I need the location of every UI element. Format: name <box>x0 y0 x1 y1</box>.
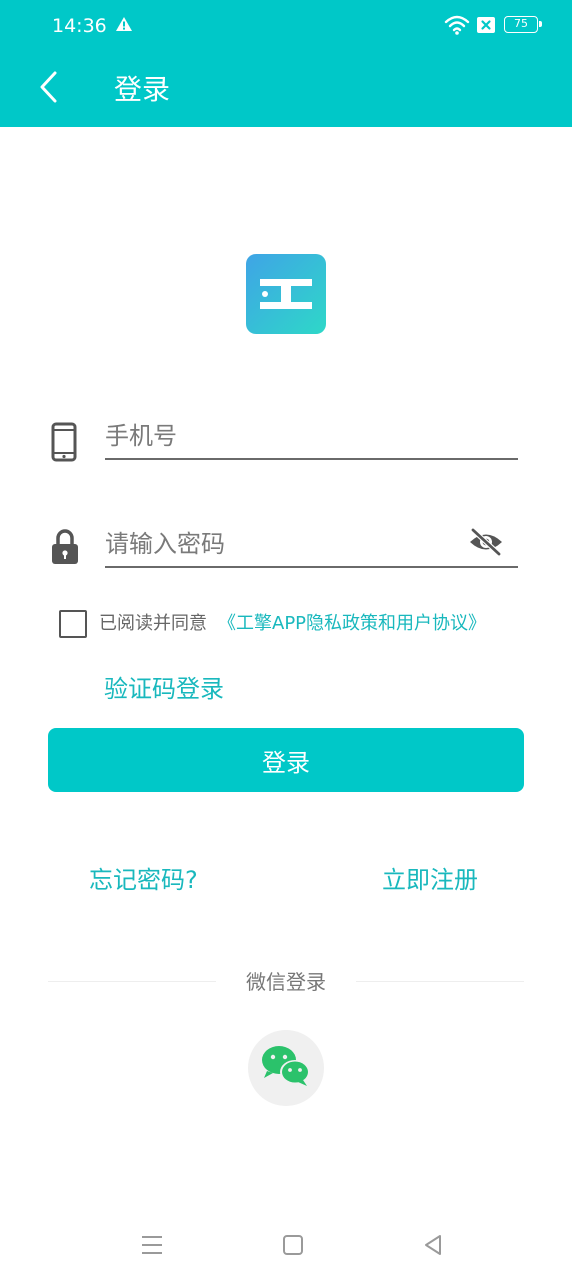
status-bar: 14:36 75 <box>0 0 572 52</box>
app-logo-icon <box>246 254 326 334</box>
forgot-password-link[interactable]: 忘记密码? <box>89 862 198 898</box>
back-icon[interactable] <box>422 1234 444 1260</box>
login-button[interactable]: 登录 <box>48 728 524 792</box>
agreement-text: 已阅读并同意 <box>99 613 207 634</box>
eye-hidden-icon <box>468 527 504 561</box>
back-arrow-icon <box>37 70 59 108</box>
warning-icon <box>115 16 133 36</box>
password-input[interactable] <box>105 528 518 568</box>
privacy-policy-link[interactable]: 《工擎APP隐私政策和用户协议》 <box>218 611 486 637</box>
menu-icon[interactable] <box>140 1234 164 1260</box>
phone-icon <box>51 422 77 466</box>
phone-input[interactable] <box>105 420 518 460</box>
lock-icon <box>50 528 80 570</box>
wechat-login-button[interactable] <box>248 1030 324 1106</box>
sms-login-link[interactable]: 验证码登录 <box>104 672 224 706</box>
password-visibility-toggle[interactable] <box>466 526 506 562</box>
page-title: 登录 <box>114 73 171 106</box>
sim-disabled-icon <box>476 16 496 38</box>
home-icon[interactable] <box>282 1234 304 1260</box>
divider-right <box>356 981 524 982</box>
battery-icon: 75 <box>504 16 542 33</box>
status-time: 14:36 <box>52 15 107 37</box>
system-navigation-bar <box>0 1216 572 1280</box>
divider-left <box>48 981 216 982</box>
agreement-checkbox[interactable] <box>59 610 87 638</box>
wechat-icon <box>259 1044 313 1092</box>
register-link[interactable]: 立即注册 <box>382 862 478 898</box>
wifi-icon <box>444 14 470 40</box>
app-header: 14:36 75 登录 <box>0 0 572 127</box>
back-button[interactable] <box>28 66 68 112</box>
wechat-login-label: 微信登录 <box>246 970 326 994</box>
